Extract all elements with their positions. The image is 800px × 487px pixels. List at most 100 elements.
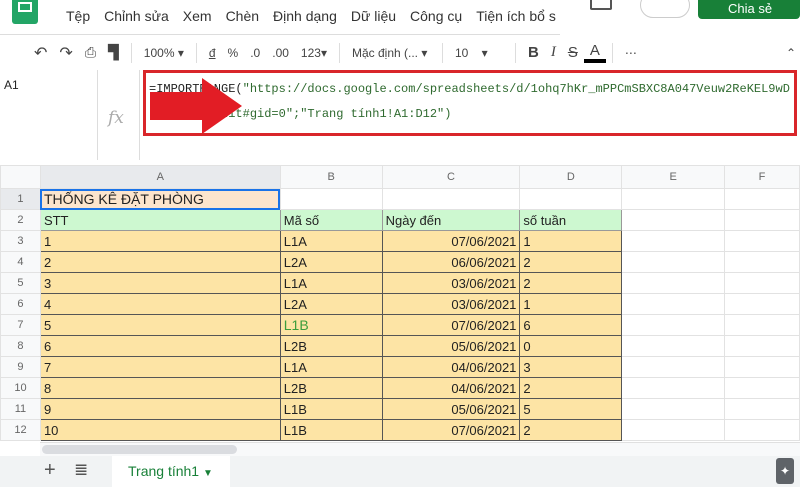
cell[interactable] bbox=[621, 293, 726, 315]
cell[interactable]: 2 bbox=[39, 251, 281, 273]
cell[interactable]: 5 bbox=[39, 314, 281, 336]
currency-button[interactable]: đ bbox=[203, 46, 222, 60]
cell[interactable] bbox=[724, 209, 800, 231]
cell[interactable]: L2B bbox=[279, 377, 383, 399]
cell[interactable]: 03/06/2021 bbox=[381, 272, 521, 294]
cell[interactable] bbox=[724, 251, 800, 273]
cell[interactable]: 10 bbox=[39, 419, 281, 441]
comment-icon[interactable] bbox=[590, 0, 612, 10]
row-header[interactable]: 1 bbox=[0, 188, 41, 210]
cell[interactable]: 3 bbox=[39, 272, 281, 294]
cell[interactable] bbox=[724, 356, 800, 378]
cell[interactable]: 4 bbox=[39, 293, 281, 315]
menu-item[interactable]: Dữ liệu bbox=[351, 8, 396, 24]
cell[interactable] bbox=[621, 251, 726, 273]
cell[interactable]: L1A bbox=[279, 230, 383, 252]
undo-icon[interactable]: ↶ bbox=[28, 43, 53, 63]
cell[interactable]: 07/06/2021 bbox=[381, 230, 521, 252]
cell[interactable]: 2 bbox=[519, 377, 623, 399]
row-header[interactable]: 8 bbox=[0, 335, 41, 357]
cell[interactable]: L1A bbox=[279, 356, 383, 378]
menu-item[interactable]: Tệp bbox=[66, 8, 90, 24]
name-box[interactable]: A1 bbox=[0, 70, 98, 160]
cell[interactable]: 1 bbox=[519, 230, 623, 252]
cell[interactable]: L2A bbox=[279, 251, 383, 273]
font-size-select[interactable]: 10 ▾ bbox=[449, 46, 509, 60]
cell[interactable]: L2A bbox=[279, 293, 383, 315]
row-header[interactable]: 9 bbox=[0, 356, 41, 378]
cell[interactable] bbox=[621, 398, 726, 420]
header-cell[interactable]: Mã số bbox=[279, 209, 383, 231]
explore-button[interactable]: ✦ bbox=[776, 458, 794, 484]
cell[interactable] bbox=[621, 356, 726, 378]
row-header[interactable]: 7 bbox=[0, 314, 41, 336]
column-header[interactable]: B bbox=[279, 165, 383, 189]
cell[interactable] bbox=[724, 230, 800, 252]
row-header[interactable]: 4 bbox=[0, 251, 41, 273]
cell[interactable] bbox=[621, 335, 726, 357]
cell[interactable]: 06/06/2021 bbox=[381, 251, 521, 273]
share-button[interactable]: Chia sẻ bbox=[698, 0, 800, 19]
cell[interactable] bbox=[724, 398, 800, 420]
cell[interactable]: 07/06/2021 bbox=[381, 419, 521, 441]
row-header[interactable]: 12 bbox=[0, 419, 41, 441]
cell[interactable] bbox=[621, 209, 726, 231]
increase-decimal-button[interactable]: .00 bbox=[266, 46, 295, 60]
cell[interactable] bbox=[621, 377, 726, 399]
cell[interactable]: 2 bbox=[519, 272, 623, 294]
add-sheet-button[interactable]: + bbox=[44, 459, 56, 482]
sheets-logo-icon[interactable] bbox=[12, 0, 38, 24]
font-select[interactable]: Mặc định (... ▾ bbox=[346, 46, 436, 60]
row-header[interactable]: 3 bbox=[0, 230, 41, 252]
decrease-decimal-button[interactable]: .0 bbox=[244, 46, 266, 60]
cell[interactable]: 3 bbox=[519, 356, 623, 378]
cell[interactable]: 03/06/2021 bbox=[381, 293, 521, 315]
scrollbar-thumb[interactable] bbox=[42, 445, 237, 454]
column-header[interactable]: E bbox=[621, 165, 726, 189]
text-color-button[interactable]: A bbox=[583, 42, 606, 63]
column-header[interactable]: A bbox=[39, 165, 281, 189]
print-icon[interactable]: ⎙ bbox=[79, 44, 102, 61]
collapse-icon[interactable]: ⌃ bbox=[780, 46, 800, 60]
cell[interactable] bbox=[279, 188, 383, 210]
cell[interactable] bbox=[724, 293, 800, 315]
menu-item[interactable]: Công cụ bbox=[410, 8, 462, 24]
cell[interactable]: 05/06/2021 bbox=[381, 398, 521, 420]
cell[interactable] bbox=[519, 188, 623, 210]
cell[interactable] bbox=[381, 188, 521, 210]
cell[interactable]: 07/06/2021 bbox=[381, 314, 521, 336]
cell[interactable]: 0 bbox=[519, 335, 623, 357]
column-header[interactable]: F bbox=[724, 165, 800, 189]
all-sheets-button[interactable]: ≣ bbox=[74, 460, 88, 480]
cell[interactable]: L1B bbox=[279, 314, 383, 336]
column-header[interactable]: C bbox=[381, 165, 521, 189]
row-header[interactable]: 2 bbox=[0, 209, 41, 231]
header-cell[interactable]: STT bbox=[39, 209, 281, 231]
cell[interactable]: 9 bbox=[39, 398, 281, 420]
cell[interactable]: 8 bbox=[39, 377, 281, 399]
cell[interactable]: 04/06/2021 bbox=[381, 356, 521, 378]
menu-item[interactable]: Chỉnh sửa bbox=[104, 8, 169, 24]
select-all-corner[interactable] bbox=[0, 165, 41, 189]
percent-button[interactable]: % bbox=[222, 46, 245, 60]
redo-icon[interactable]: ↷ bbox=[53, 43, 78, 63]
menu-item[interactable]: Tiện ích bổ s bbox=[476, 8, 556, 24]
menu-item[interactable]: Chèn bbox=[226, 8, 259, 24]
zoom-select[interactable]: 100% ▾ bbox=[138, 46, 190, 60]
cell[interactable] bbox=[724, 335, 800, 357]
more-button[interactable]: ⋯ bbox=[619, 46, 643, 60]
cell[interactable] bbox=[621, 419, 726, 441]
cell[interactable] bbox=[621, 314, 726, 336]
cell[interactable] bbox=[724, 188, 800, 210]
header-cell[interactable]: số tuần bbox=[519, 209, 623, 231]
row-header[interactable]: 10 bbox=[0, 377, 41, 399]
cell[interactable] bbox=[724, 314, 800, 336]
cell[interactable] bbox=[621, 272, 726, 294]
cell[interactable]: L1B bbox=[279, 398, 383, 420]
cell[interactable]: 1 bbox=[519, 293, 623, 315]
cell[interactable]: L1B bbox=[279, 419, 383, 441]
cell[interactable]: 1 bbox=[39, 230, 281, 252]
cell[interactable]: L1A bbox=[279, 272, 383, 294]
bold-button[interactable]: B bbox=[522, 44, 545, 61]
menu-item[interactable]: Định dạng bbox=[273, 8, 337, 24]
